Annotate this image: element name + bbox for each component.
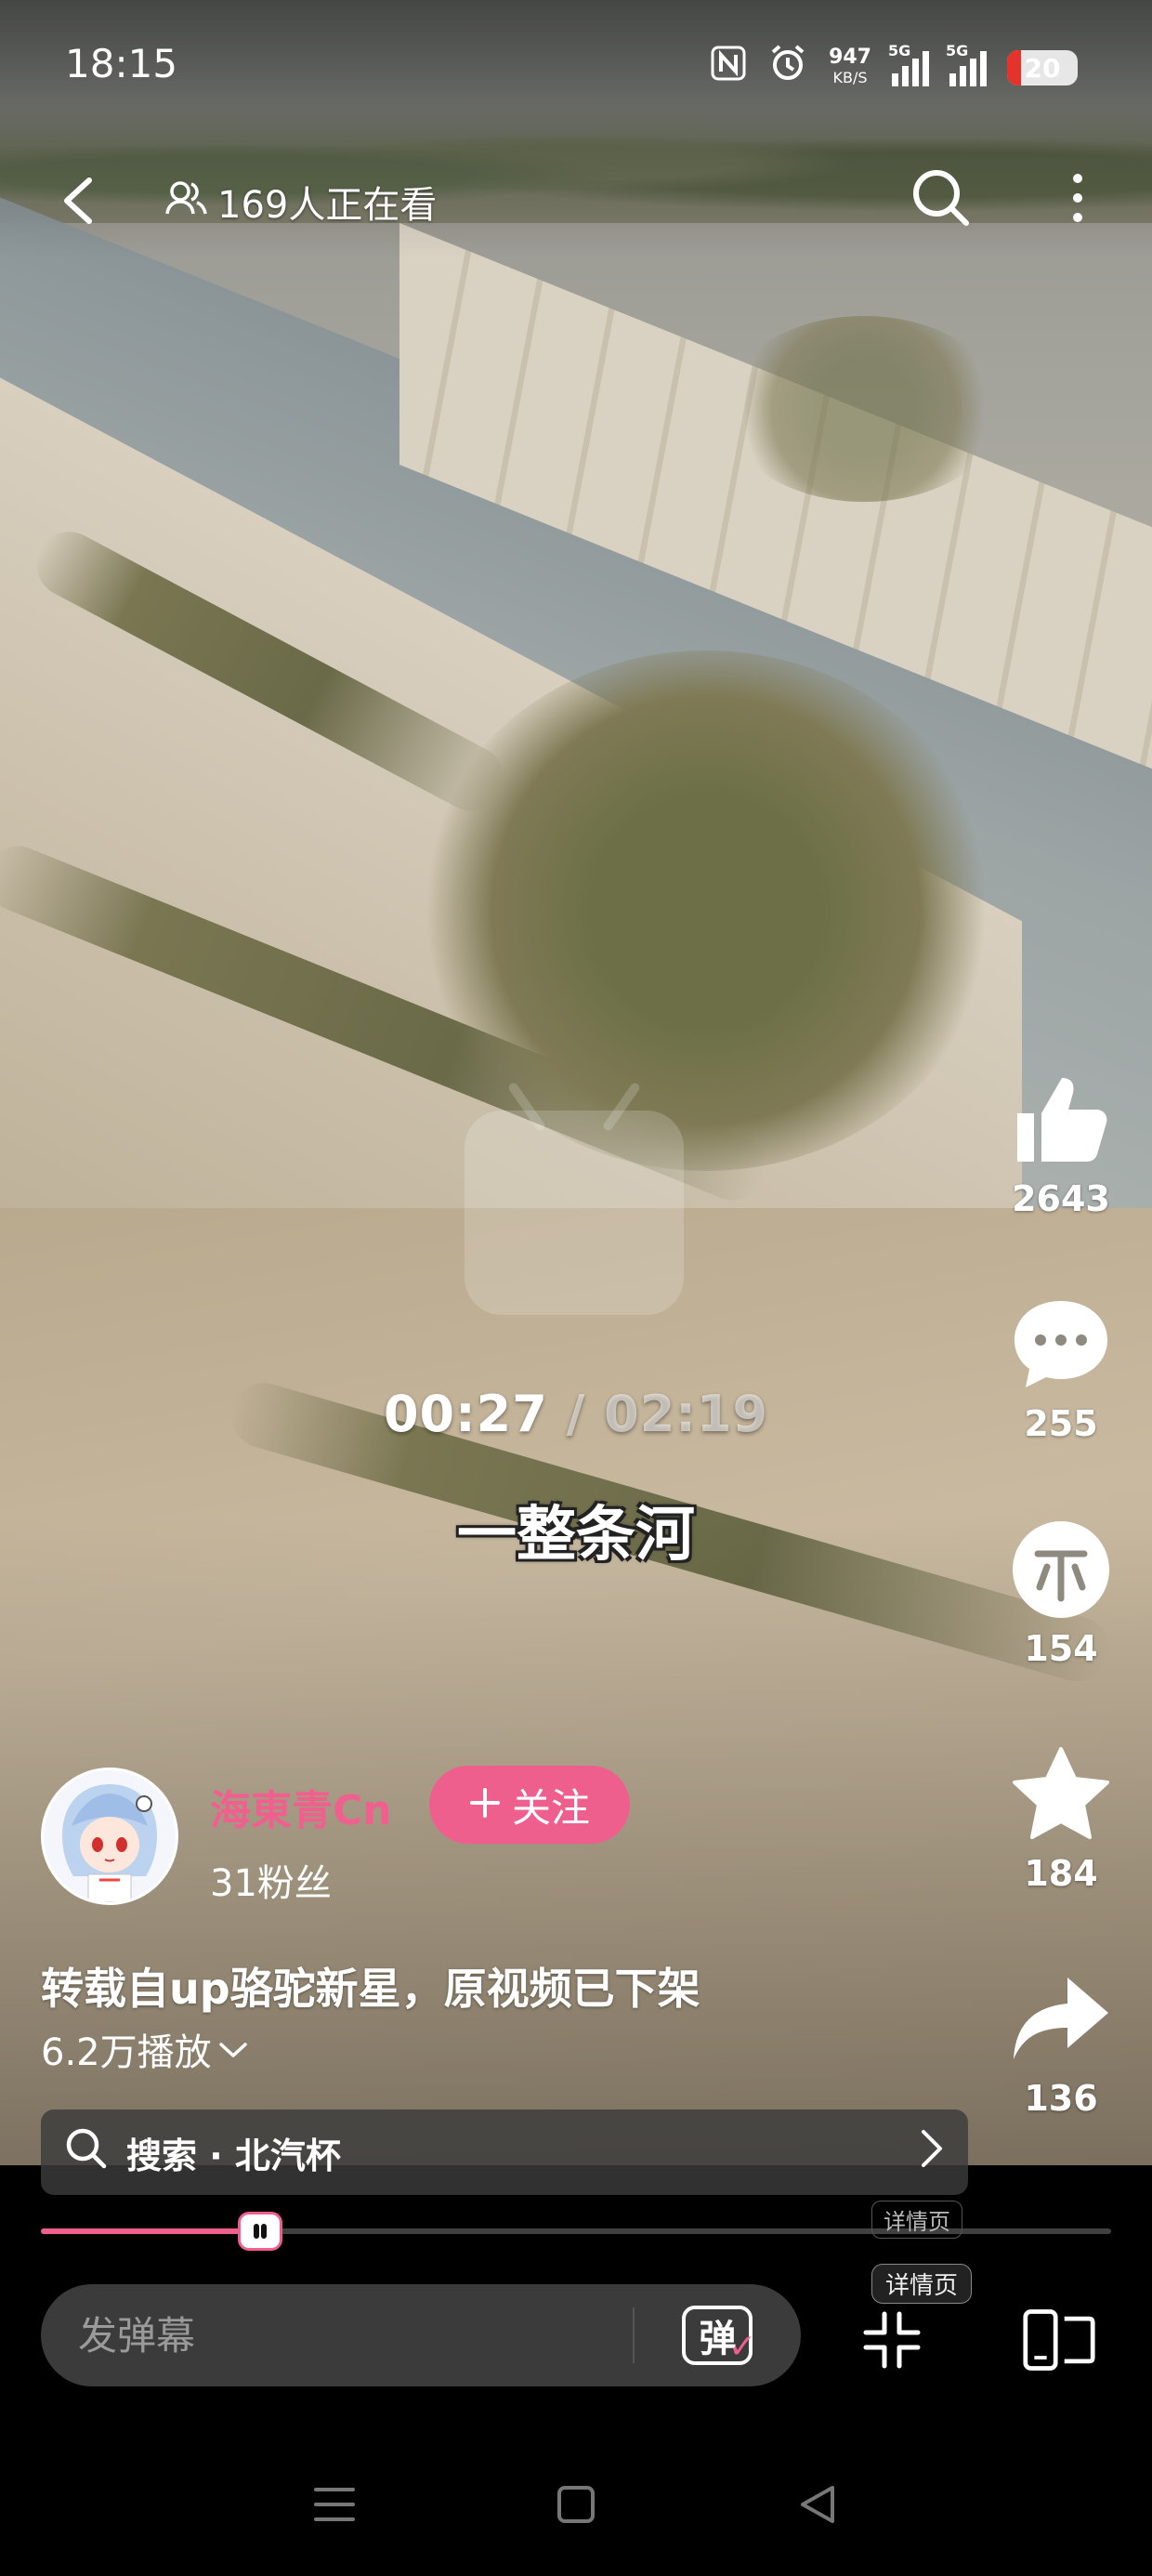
comment-count: 255 [1024, 1403, 1098, 1444]
play-count[interactable]: 6.2万播放 [41, 2022, 249, 2076]
net-speed-value: 947 [829, 46, 871, 69]
share-count: 136 [1024, 2078, 1098, 2119]
follow-button[interactable]: 关注 [429, 1766, 630, 1844]
fans-count: 31粉丝 [210, 1862, 332, 1905]
coin-count: 154 [1024, 1628, 1098, 1669]
net-speed-unit: KB/S [832, 69, 868, 86]
progress-fill [41, 2228, 261, 2234]
status-icons: 947 KB/S 5G 5G 20 [710, 42, 1078, 93]
back-icon[interactable] [56, 173, 102, 229]
video-timer: 00:27 / 02:19 [0, 1385, 1152, 1443]
home-icon[interactable] [548, 2477, 604, 2532]
total-time: 02:19 [604, 1385, 769, 1443]
like-icon [1010, 1069, 1112, 1171]
favorite-count: 184 [1024, 1853, 1098, 1894]
detail-tooltip: 详情页 [871, 2264, 973, 2304]
danmaku-bar: 弹 ✓ [41, 2284, 801, 2386]
fullscreen-exit-icon[interactable] [855, 2303, 929, 2377]
status-bar: 18:15 947 KB/S 5G 5G 20 [0, 37, 1152, 102]
viewers-icon [165, 178, 208, 225]
like-count: 2643 [1012, 1178, 1110, 1219]
share-icon [1010, 1968, 1112, 2070]
screen-switch-icon[interactable] [1022, 2303, 1096, 2377]
chevron-right-icon [918, 2128, 946, 2177]
status-time: 18:15 [65, 41, 178, 86]
time-separator: / [547, 1385, 605, 1443]
more-icon[interactable] [1059, 167, 1096, 229]
danmaku-input[interactable] [78, 2312, 633, 2359]
comment-icon [1010, 1294, 1112, 1396]
avatar-image [44, 1770, 176, 1902]
signal-icon: 5G [946, 42, 987, 86]
related-search-bar[interactable]: 搜索 · 北汽杯 [41, 2109, 968, 2195]
alarm-icon [767, 43, 808, 93]
system-nav-bar [0, 2453, 1152, 2556]
share-button[interactable]: 136 [1005, 1968, 1117, 2119]
signal-type: 5G [888, 42, 911, 59]
video-title: 转载自up骆驼新星，原视频已下架 [41, 1964, 700, 2014]
coin-button[interactable]: 154 [1005, 1518, 1117, 1669]
viewers-count: 169人正在看 [217, 184, 438, 227]
avatar[interactable] [41, 1768, 178, 1905]
signal-icon: 5G [888, 42, 929, 86]
search-icon [63, 2125, 110, 2180]
top-bar: 169人正在看 [0, 167, 1152, 232]
current-time: 00:27 [383, 1385, 548, 1443]
back-nav-icon[interactable] [790, 2477, 845, 2532]
signal-type: 5G [946, 42, 969, 59]
video-subtitle: 一整条河 [457, 1501, 695, 1570]
related-search-label: 搜索 · 北汽杯 [126, 2135, 341, 2176]
play-count-label: 6.2万播放 [41, 2031, 212, 2074]
nfc-icon [710, 45, 747, 91]
like-button[interactable]: 2643 [1005, 1069, 1117, 1219]
danmaku-toggle[interactable]: 弹 ✓ [635, 2284, 801, 2386]
video-watermark [465, 1111, 684, 1315]
author-name[interactable]: 海東青Cn [210, 1777, 392, 1836]
coin-icon [1010, 1518, 1112, 1621]
battery-icon: 20 [1007, 50, 1078, 85]
check-icon: ✓ [727, 2328, 756, 2366]
viewers-indicator: 169人正在看 [165, 175, 437, 229]
favorite-icon [1010, 1743, 1112, 1846]
search-icon[interactable] [910, 167, 972, 229]
plus-icon [469, 1782, 501, 1828]
chevron-down-icon [217, 2028, 249, 2070]
menu-icon[interactable] [307, 2477, 362, 2532]
comment-button[interactable]: 255 [1005, 1294, 1117, 1444]
favorite-button[interactable]: 184 [1005, 1743, 1117, 1894]
progress-thumb[interactable] [238, 2212, 283, 2251]
detail-tag: 详情页 [871, 2201, 962, 2239]
net-speed: 947 KB/S [829, 47, 871, 88]
follow-label: 关注 [511, 1784, 590, 1831]
battery-level: 20 [1024, 52, 1061, 84]
